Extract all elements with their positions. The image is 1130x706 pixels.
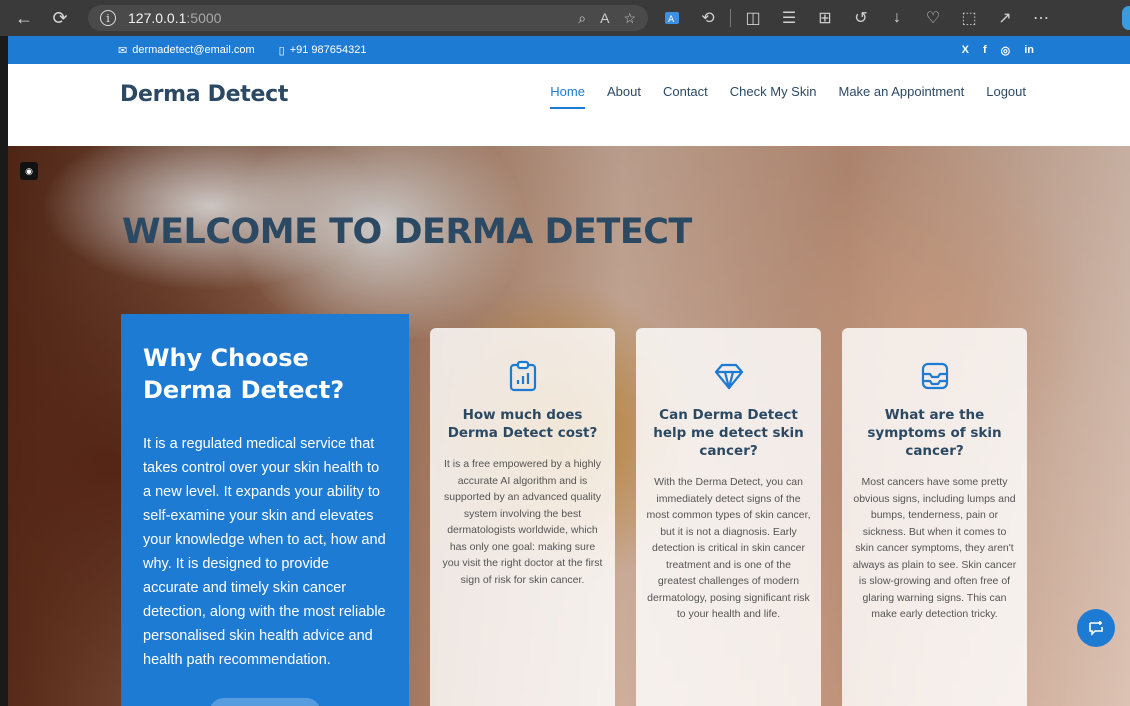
nav-check-my-skin[interactable]: Check My Skin <box>730 84 817 105</box>
chat-icon <box>1089 621 1103 636</box>
favorites-bar-icon[interactable]: ☰ <box>771 4 807 32</box>
url-port: :5000 <box>186 10 222 26</box>
contact-bar: ✉ dermadetect@email.com ▯ +91 987654321 … <box>0 36 1130 64</box>
inbox-stack-icon <box>915 356 955 396</box>
browser-toolbar: ← ⟳ i 127.0.0.1 :5000 ⌕ A ☆ A ⟲ ◫ ☰ ⊞ ↺ … <box>0 0 1130 36</box>
diamond-icon <box>709 356 749 396</box>
phone-contact[interactable]: ▯ +91 987654321 <box>279 44 367 57</box>
symptoms-card: What are the symptoms of skin cancer? Mo… <box>842 328 1027 706</box>
social-links: X f ◎ in <box>962 44 1034 57</box>
hero-section: ◉ WELCOME TO DERMA DETECT Why Choose Der… <box>0 146 1130 706</box>
cost-card: How much does Derma Detect cost? It is a… <box>430 328 615 706</box>
favorite-icon[interactable]: ☆ <box>623 10 636 27</box>
back-icon[interactable]: ← <box>10 4 38 32</box>
clipboard-chart-icon <box>503 356 543 396</box>
nav-make-appointment[interactable]: Make an Appointment <box>838 84 964 105</box>
card-text: Most cancers have some pretty obvious si… <box>852 476 1017 620</box>
welcome-heading: WELCOME TO DERMA DETECT <box>122 212 692 252</box>
health-icon[interactable]: ♡ <box>915 4 951 32</box>
linkedin-icon[interactable]: in <box>1024 44 1034 57</box>
more-icon[interactable]: ⋯ <box>1023 4 1059 32</box>
card-text: It is a free empowered by a highly accur… <box>442 458 603 586</box>
translate-icon[interactable]: A <box>654 4 690 32</box>
phone-icon: ▯ <box>278 44 285 57</box>
card-title: What are the symptoms of skin cancer? <box>867 407 1002 459</box>
screenshot-icon[interactable]: ⬚ <box>951 4 987 32</box>
why-choose-panel: Why Choose Derma Detect? It is a regulat… <box>121 314 409 706</box>
card-title: How much does Derma Detect cost? <box>447 407 598 441</box>
nav-contact[interactable]: Contact <box>663 84 708 105</box>
email-text: dermadetect@email.com <box>132 44 255 56</box>
extensions-icon[interactable]: ⟲ <box>690 4 726 32</box>
collections-icon[interactable]: ⊞ <box>807 4 843 32</box>
history-icon[interactable]: ↺ <box>843 4 879 32</box>
download-icon[interactable]: ↓ <box>879 4 915 32</box>
share-icon[interactable]: ↗ <box>987 4 1023 32</box>
x-icon[interactable]: X <box>962 44 969 57</box>
card-text: With the Derma Detect, you can immediate… <box>646 476 811 620</box>
accessibility-icon[interactable]: ◉ <box>20 162 38 180</box>
learn-more-button[interactable] <box>209 698 321 706</box>
main-nav: Home About Contact Check My Skin Make an… <box>550 84 1026 109</box>
card-title: Can Derma Detect help me detect skin can… <box>653 407 804 459</box>
page-viewport: ✉ dermadetect@email.com ▯ +91 987654321 … <box>0 36 1130 706</box>
zoom-icon[interactable]: ⌕ <box>578 10 586 27</box>
why-choose-title: Why Choose Derma Detect? <box>143 344 345 404</box>
detect-card: Can Derma Detect help me detect skin can… <box>636 328 821 706</box>
reload-icon[interactable]: ⟳ <box>46 4 74 32</box>
site-logo[interactable]: Derma Detect <box>120 82 288 107</box>
email-contact[interactable]: ✉ dermadetect@email.com <box>118 44 255 57</box>
nav-home[interactable]: Home <box>550 84 585 109</box>
facebook-icon[interactable]: f <box>983 44 987 57</box>
toolbar-divider <box>730 9 731 27</box>
window-edge <box>0 36 8 706</box>
address-bar[interactable]: i 127.0.0.1 :5000 ⌕ A ☆ <box>88 5 648 31</box>
site-header: Derma Detect Home About Contact Check My… <box>0 64 1130 124</box>
url-host: 127.0.0.1 <box>128 10 187 26</box>
read-aloud-icon[interactable]: A <box>600 10 609 27</box>
info-icon[interactable]: i <box>100 10 116 26</box>
svg-text:A: A <box>668 15 675 25</box>
nav-about[interactable]: About <box>607 84 641 105</box>
phone-text: +91 987654321 <box>289 44 367 56</box>
instagram-icon[interactable]: ◎ <box>1001 44 1011 57</box>
envelope-icon: ✉ <box>118 44 128 57</box>
split-screen-icon[interactable]: ◫ <box>735 4 771 32</box>
sidebar-tab-icon[interactable] <box>1122 6 1130 30</box>
nav-logout[interactable]: Logout <box>986 84 1026 105</box>
why-choose-text: It is a regulated medical service that t… <box>143 436 386 668</box>
chat-button[interactable] <box>1077 609 1115 647</box>
